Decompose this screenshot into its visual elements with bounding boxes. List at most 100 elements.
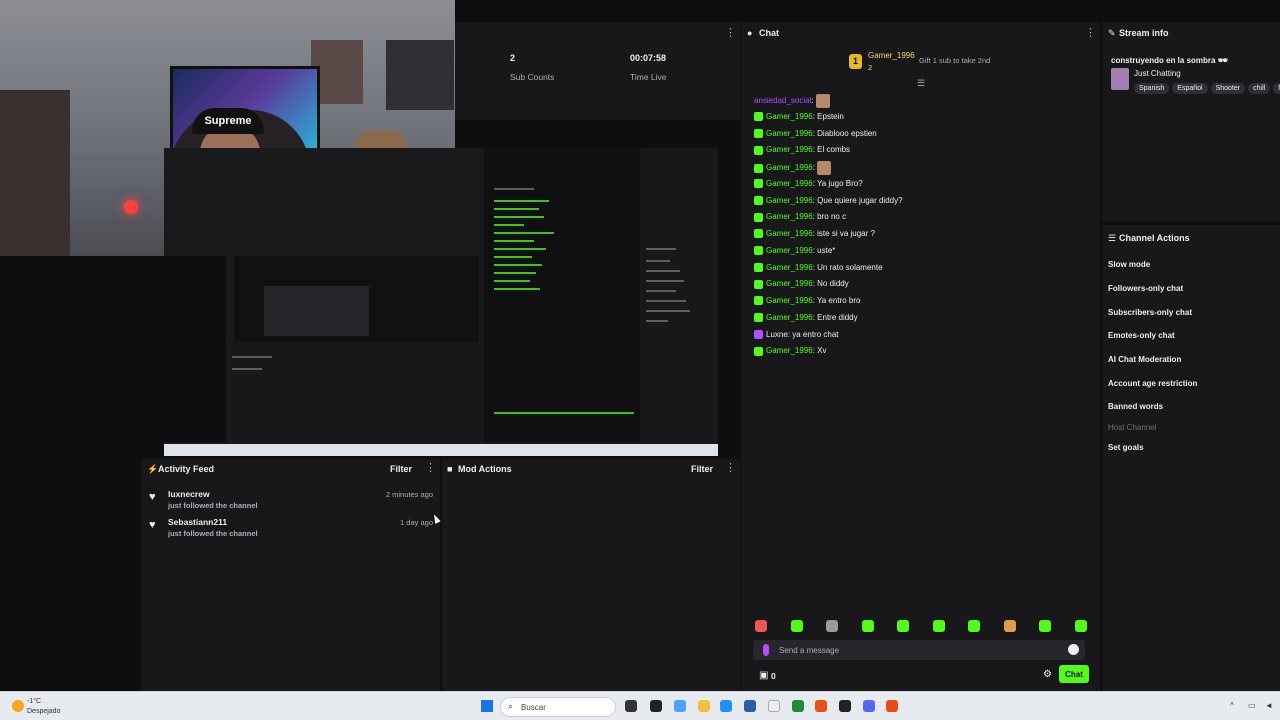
- tag[interactable]: Shooter: [1210, 83, 1246, 94]
- app-icon[interactable]: [792, 700, 804, 712]
- stream-category[interactable]: Just Chatting: [1134, 69, 1181, 78]
- chat-message-text: Que quiere jugar diddy?: [817, 195, 903, 205]
- category-thumbnail: [1111, 68, 1129, 90]
- app-icon[interactable]: [674, 700, 686, 712]
- banned-words-action[interactable]: Banned words: [1108, 402, 1163, 411]
- account-age-action[interactable]: Account age restriction: [1108, 379, 1197, 388]
- emote-icon[interactable]: [1004, 620, 1016, 632]
- task-view-icon[interactable]: [625, 700, 637, 712]
- mod-actions-menu-icon[interactable]: ⋮: [725, 463, 736, 474]
- chat-username[interactable]: Gamer_1996: [766, 246, 813, 255]
- emote-icon[interactable]: [933, 620, 945, 632]
- gifter-name[interactable]: Gamer_1996: [868, 51, 915, 60]
- emote-icon[interactable]: [1075, 620, 1087, 632]
- chat-input[interactable]: [779, 640, 1069, 660]
- activity-feed-menu-icon[interactable]: ⋮: [425, 463, 436, 474]
- subscribers-only-action[interactable]: Subscribers-only chat: [1108, 308, 1192, 317]
- file-explorer-icon[interactable]: [698, 700, 710, 712]
- cap-logo: Supreme: [192, 108, 264, 134]
- follower-name[interactable]: luxnecrew: [168, 489, 210, 499]
- emoji-icon[interactable]: [1068, 644, 1079, 655]
- follow-action-text: just followed the channel: [168, 529, 258, 538]
- stream-info-title: Stream info: [1119, 28, 1169, 38]
- stats-menu-icon[interactable]: ⋮: [725, 28, 736, 39]
- emote-icon[interactable]: [897, 620, 909, 632]
- chat-message: Gamer_1996: uste*: [754, 245, 835, 257]
- chat-username[interactable]: Gamer_1996: [766, 163, 813, 172]
- chat-username[interactable]: Gamer_1996: [766, 196, 813, 205]
- app-icon[interactable]: [744, 700, 756, 712]
- subscriber-badge-icon: [754, 262, 763, 272]
- send-chat-button[interactable]: Chat: [1059, 665, 1089, 683]
- gear-icon[interactable]: ⚙: [1043, 669, 1052, 680]
- mod-actions-filter-button[interactable]: Filter: [691, 464, 713, 474]
- emote-icon[interactable]: [826, 620, 838, 632]
- ai-moderation-action[interactable]: AI Chat Moderation: [1108, 355, 1181, 364]
- chat-menu-icon[interactable]: ⋮: [1085, 28, 1096, 39]
- set-goals-action[interactable]: Set goals: [1108, 443, 1144, 452]
- chat-message-text: uste*: [817, 245, 836, 255]
- chat-username[interactable]: Gamer_1996: [766, 112, 813, 121]
- app-icon[interactable]: [815, 700, 827, 712]
- tag[interactable]: Español: [1172, 83, 1208, 94]
- pinned-toggle-icon[interactable]: ☰: [917, 78, 925, 89]
- windows-start-icon[interactable]: [481, 700, 493, 712]
- preview-taskbar: [164, 444, 718, 456]
- edge-browser-icon[interactable]: [720, 700, 732, 712]
- emote-icon[interactable]: [862, 620, 874, 632]
- tag[interactable]: Spanish: [1134, 83, 1170, 94]
- subscriber-badge-icon: [754, 296, 763, 306]
- chat-username[interactable]: Gamer_1996: [766, 346, 813, 355]
- network-icon[interactable]: ▭: [1248, 701, 1256, 710]
- stream-info-panel: ✎ Stream info construyendo en la sombra …: [1101, 22, 1280, 222]
- microphone-icon[interactable]: [763, 644, 769, 656]
- discord-icon[interactable]: [863, 700, 875, 712]
- app-icon[interactable]: [650, 700, 662, 712]
- taskbar-search[interactable]: ⌕ Buscar: [500, 697, 616, 717]
- chat-username[interactable]: Gamer_1996: [766, 296, 813, 305]
- followers-only-action[interactable]: Followers-only chat: [1108, 284, 1183, 293]
- weather-description[interactable]: Despejado: [27, 708, 60, 715]
- chat-message: Gamer_1996: Ya jugo Bro?: [754, 178, 863, 190]
- chat-username[interactable]: ansiedad_social: [754, 96, 811, 105]
- chat-username[interactable]: Gamer_1996: [766, 145, 813, 154]
- chat-username[interactable]: Gamer_1996: [766, 229, 813, 238]
- tray-chevron-icon[interactable]: ^: [1230, 701, 1234, 710]
- chat-username[interactable]: Gamer_1996: [766, 313, 813, 322]
- gift-icon[interactable]: ▣: [759, 670, 768, 681]
- chat-username[interactable]: Gamer_1996: [766, 179, 813, 188]
- follower-name[interactable]: Sebastiann211: [168, 517, 227, 527]
- heart-icon: ♥: [149, 519, 156, 531]
- tag[interactable]: fr: [1273, 83, 1280, 94]
- chat-message-text: Ya jugo Bro?: [817, 178, 863, 188]
- activity-feed-filter-button[interactable]: Filter: [390, 464, 412, 474]
- chat-username[interactable]: Gamer_1996: [766, 212, 813, 221]
- app-icon[interactable]: [839, 700, 851, 712]
- chat-username[interactable]: Gamer_1996: [766, 129, 813, 138]
- subscriber-badge-icon: [754, 195, 763, 205]
- volume-icon[interactable]: ◄: [1265, 701, 1273, 710]
- slow-mode-action[interactable]: Slow mode: [1108, 260, 1150, 269]
- emote-icon[interactable]: [755, 620, 767, 632]
- weather-icon[interactable]: [12, 700, 24, 712]
- host-channel-action[interactable]: Host Channel: [1108, 423, 1156, 432]
- emote-icon[interactable]: [968, 620, 980, 632]
- emote-icon[interactable]: [1039, 620, 1051, 632]
- chat-message: Gamer_1996: Diablooo epstien: [754, 128, 877, 140]
- app-icon[interactable]: [886, 700, 898, 712]
- emote-icon[interactable]: [791, 620, 803, 632]
- gift-prompt[interactable]: Gift 1 sub to take 2nd: [919, 56, 990, 65]
- gift-count: 0: [771, 671, 776, 681]
- app-icon[interactable]: [768, 700, 780, 712]
- tag[interactable]: chill: [1248, 83, 1271, 94]
- chat-message-text: El combs: [817, 145, 851, 155]
- emote-icon: [817, 161, 832, 175]
- chat-username[interactable]: Luxne: [766, 330, 788, 339]
- weather-temperature[interactable]: -1°C: [27, 698, 41, 705]
- chat-username[interactable]: Gamer_1996: [766, 279, 813, 288]
- pencil-icon: ✎: [1108, 28, 1116, 38]
- chat-message: Gamer_1996: iste si va jugar ?: [754, 228, 875, 240]
- emotes-only-action[interactable]: Emotes-only chat: [1108, 331, 1175, 340]
- left-background: [0, 256, 164, 691]
- chat-username[interactable]: Gamer_1996: [766, 263, 813, 272]
